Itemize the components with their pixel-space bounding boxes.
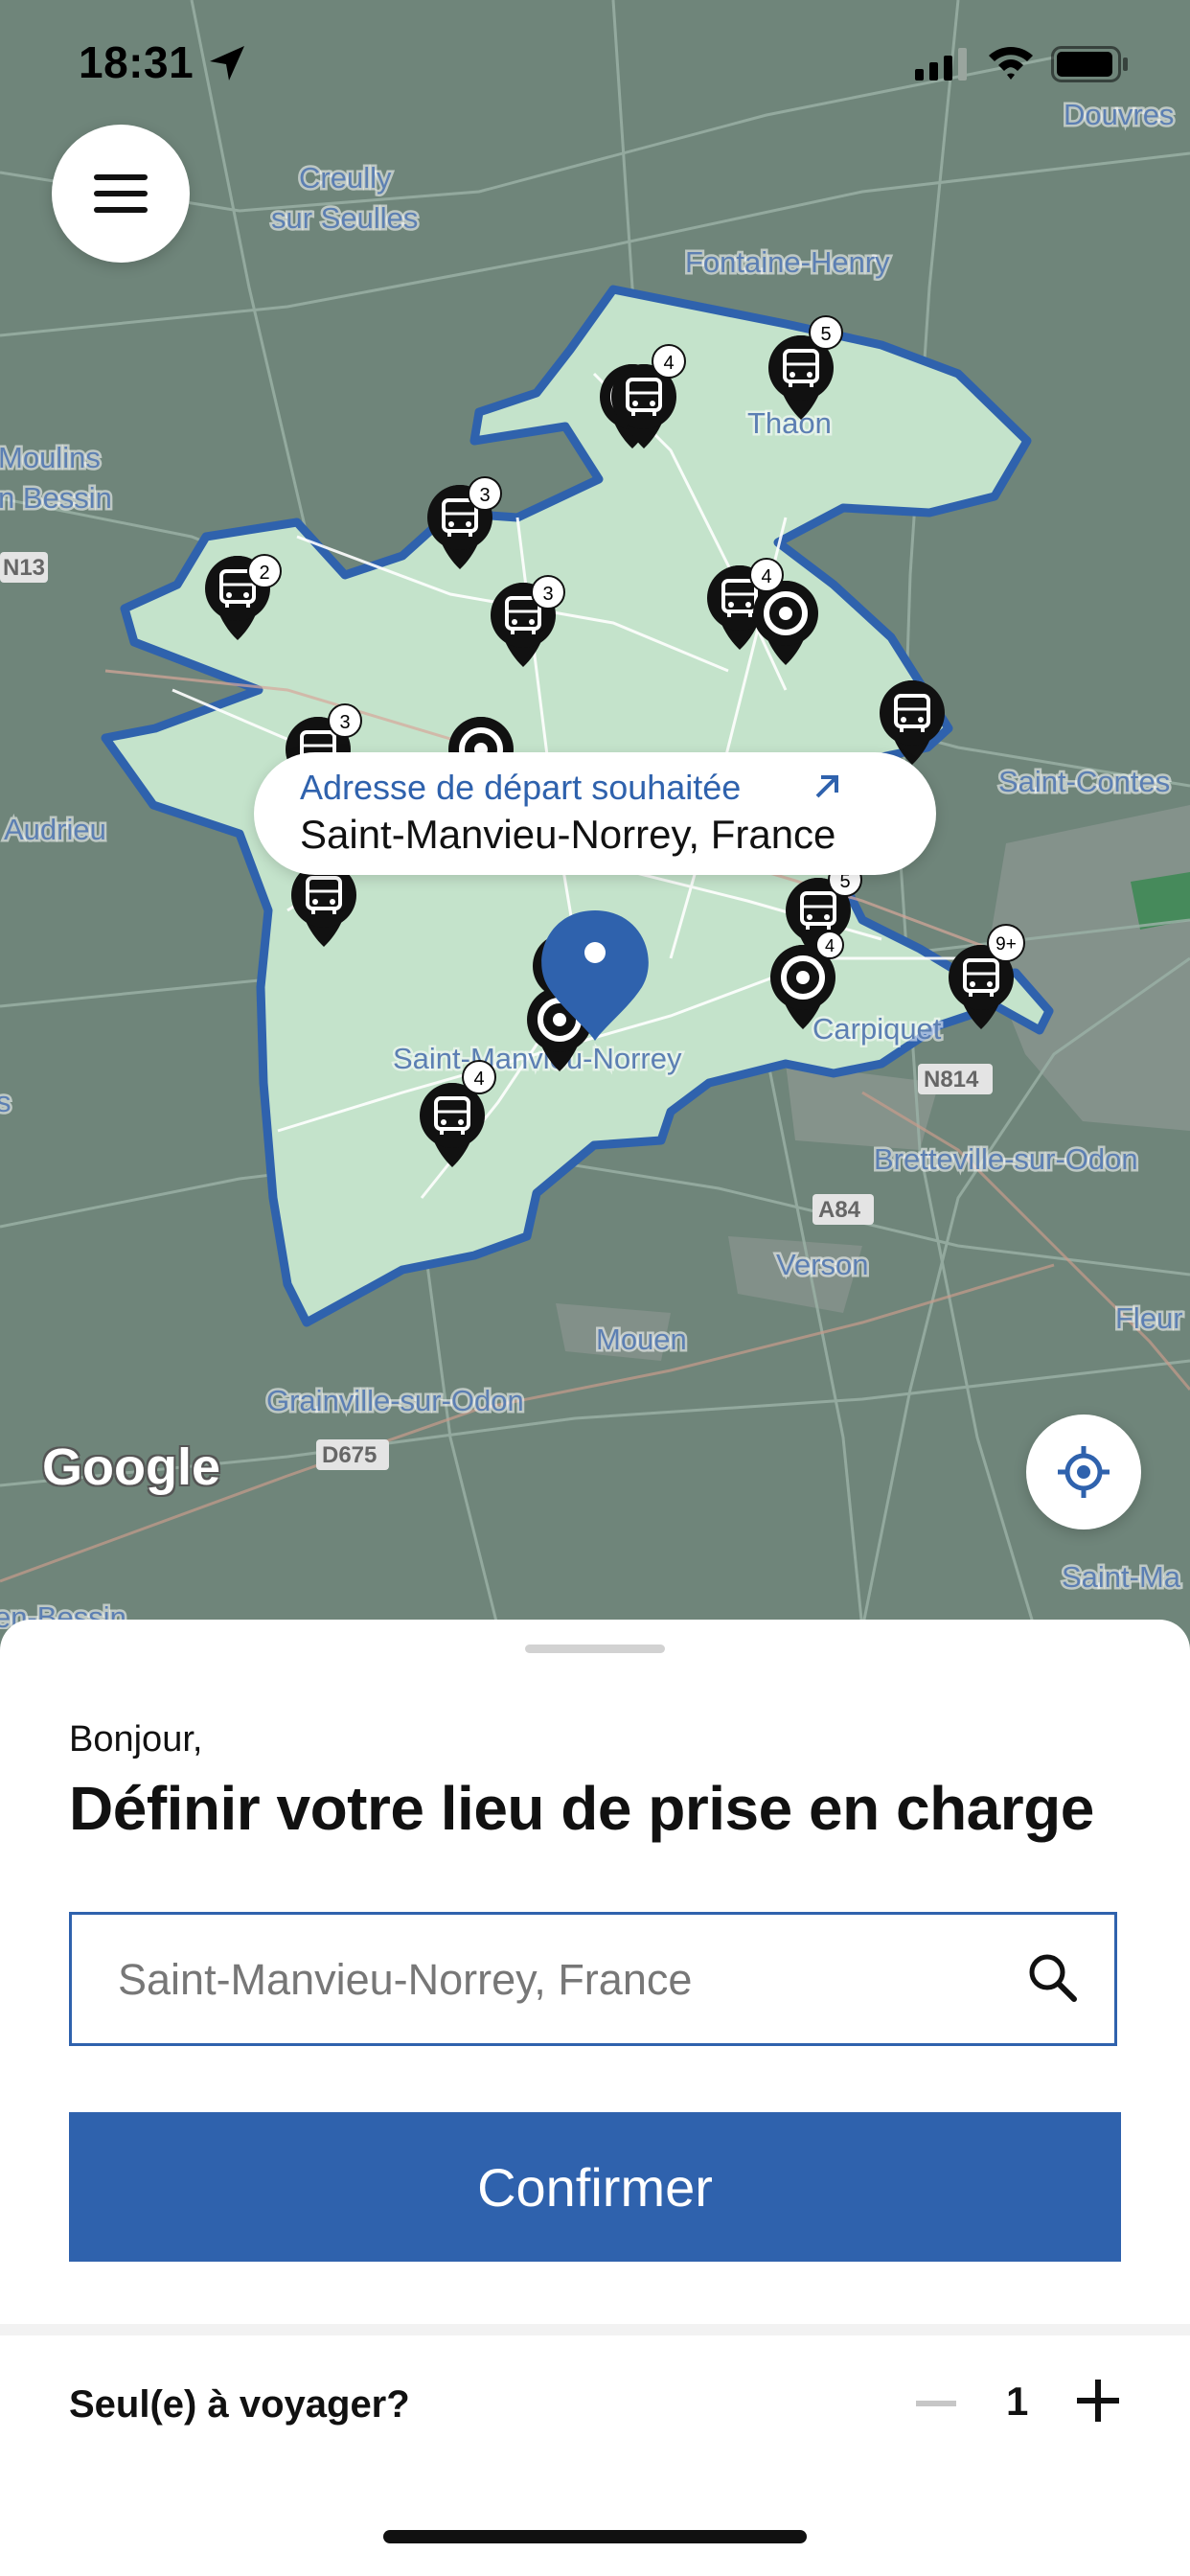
stop-count-badge: 3 — [479, 485, 490, 506]
locate-button[interactable] — [1026, 1414, 1141, 1530]
tooltip-address: Saint-Manvieu-Norrey, France — [300, 812, 836, 857]
tooltip-title: Adresse de départ souhaitée — [300, 768, 742, 807]
stop-count-badge: 5 — [820, 324, 831, 345]
search-input[interactable] — [116, 1915, 982, 2045]
stop-count-badge: 3 — [542, 584, 553, 605]
place-label: Creully — [299, 161, 392, 195]
google-logo: Google — [42, 1438, 220, 1496]
passengers-label: Seul(e) à voyager? — [69, 2383, 410, 2426]
passenger-count: 1 — [1006, 2379, 1029, 2424]
place-label: Saint-Ma — [1062, 1560, 1181, 1594]
external-arrow-icon — [815, 775, 838, 798]
stop-count-badge: 9+ — [995, 934, 1017, 954]
stop-count-badge: 4 — [663, 353, 674, 374]
place-label: Thaon — [747, 406, 832, 440]
locate-icon — [1058, 1446, 1110, 1498]
place-label: Saint-Contes — [998, 765, 1170, 798]
road-shield: N13 — [3, 555, 45, 581]
road-shield: N814 — [924, 1067, 979, 1092]
search-icon[interactable] — [1026, 1951, 1080, 2005]
place-label: Mouen — [596, 1322, 687, 1356]
place-label: Moulins — [0, 441, 101, 474]
place-label: Fleur — [1115, 1301, 1183, 1335]
status-bar: 18:31 — [0, 0, 1190, 134]
stop-count-badge: 2 — [259, 563, 269, 584]
road-shield: A84 — [818, 1197, 861, 1223]
map-view[interactable]: Douvres Creully sur Seulles Fontaine-Hen… — [0, 0, 1190, 1629]
greeting-text: Bonjour, — [69, 1719, 203, 1760]
place-label: Saint-Manvieu-Norrey — [393, 1042, 682, 1075]
home-indicator[interactable] — [383, 2530, 807, 2543]
place-label: Bretteville-sur-Odon — [874, 1142, 1138, 1176]
bottom-sheet: Bonjour, Définir votre lieu de prise en … — [0, 1620, 1190, 2576]
place-label: sur Seulles — [271, 201, 418, 235]
plus-icon[interactable] — [1077, 2380, 1119, 2422]
stop-count-badge: 4 — [473, 1069, 484, 1090]
place-label: n Bessin — [0, 481, 112, 515]
battery-icon — [1051, 46, 1128, 82]
place-label: Fontaine-Henry — [685, 245, 890, 279]
status-time: 18:31 — [79, 37, 195, 87]
confirm-button[interactable]: Confirmer — [69, 2112, 1121, 2262]
stop-count-badge: 4 — [825, 936, 835, 955]
place-label: Audrieu — [4, 813, 106, 846]
sheet-grabber[interactable] — [525, 1644, 665, 1653]
stop-count-badge: 4 — [761, 566, 771, 587]
location-arrow-icon — [210, 46, 244, 80]
search-box[interactable] — [69, 1912, 1117, 2046]
minus-icon[interactable] — [916, 2401, 956, 2406]
stop-count-badge: 3 — [339, 712, 350, 733]
menu-icon — [94, 174, 148, 213]
sheet-title: Définir votre lieu de prise en charge — [69, 1774, 1094, 1843]
place-label: Carpiquet — [812, 1012, 942, 1046]
signal-icon — [915, 48, 967, 80]
departure-tooltip[interactable]: Adresse de départ souhaitée Saint-Manvie… — [254, 752, 936, 875]
menu-button[interactable] — [52, 125, 190, 263]
place-label: Grainville-sur-Odon — [266, 1384, 524, 1417]
wifi-icon — [989, 47, 1033, 80]
place-label: s — [0, 1085, 11, 1118]
divider — [0, 2324, 1190, 2335]
road-shield: D675 — [322, 1442, 377, 1468]
place-label: Verson — [776, 1248, 869, 1281]
